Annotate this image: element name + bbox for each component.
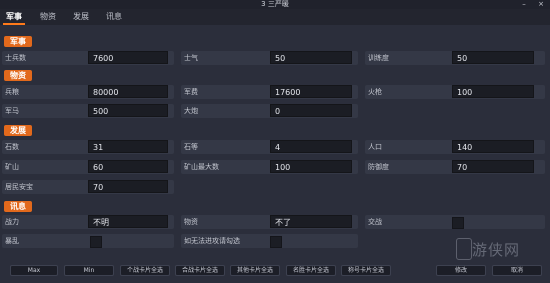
label-strength: 战力 (5, 218, 19, 226)
tab-supplies[interactable]: 物资 (37, 9, 59, 25)
section-supplies-title: 物资 (4, 70, 32, 81)
field-koku[interactable]: 31 (88, 140, 168, 153)
label-morale: 士气 (184, 54, 198, 62)
label-muskets: 火枪 (368, 88, 382, 96)
field-mines[interactable]: 60 (88, 160, 168, 173)
label-funds: 军费 (184, 88, 198, 96)
max-button[interactable]: Max (10, 265, 58, 276)
min-button[interactable]: Min (64, 265, 114, 276)
watermark-icon (456, 238, 472, 260)
cancel-button[interactable]: 取消 (492, 265, 542, 276)
field-strength[interactable]: 不明 (88, 215, 168, 228)
active-tab-indicator (3, 23, 25, 25)
field-koku-grade[interactable]: 4 (270, 140, 352, 153)
label-supply-status: 物资 (184, 218, 198, 226)
checkbox-at-war[interactable] (452, 217, 464, 229)
field-training[interactable]: 50 (452, 51, 534, 64)
field-public-order[interactable]: 70 (88, 180, 168, 193)
label-defense: 防御度 (368, 163, 389, 171)
select-all-2-button[interactable]: 合战卡片全选 (175, 265, 225, 276)
label-mines-max: 矿山最大数 (184, 163, 219, 171)
label-training: 训练度 (368, 54, 389, 62)
field-horses[interactable]: 500 (88, 104, 168, 117)
label-population: 人口 (368, 143, 382, 151)
label-no-attack: 如无法进攻请勾选 (184, 237, 240, 245)
label-riot: 暴乱 (5, 237, 19, 245)
select-all-3-button[interactable]: 其他卡片全选 (230, 265, 280, 276)
label-cannons: 大炮 (184, 107, 198, 115)
field-mines-max[interactable]: 100 (270, 160, 352, 173)
section-development-title: 发展 (4, 125, 32, 136)
checkbox-riot[interactable] (90, 236, 102, 248)
checkbox-no-attack[interactable] (270, 236, 282, 248)
label-mines: 矿山 (5, 163, 19, 171)
field-soldiers[interactable]: 7600 (88, 51, 168, 64)
close-button[interactable]: × (535, 0, 547, 9)
field-morale[interactable]: 50 (270, 51, 352, 64)
field-funds[interactable]: 17600 (270, 85, 352, 98)
tab-development[interactable]: 发展 (70, 9, 92, 25)
label-soldiers: 士兵数 (5, 54, 26, 62)
window-title-bar: 3 三严暖 (0, 0, 550, 9)
field-supply-status[interactable]: 不了 (270, 215, 352, 228)
select-all-4-button[interactable]: 名胜卡片全选 (286, 265, 336, 276)
tab-info[interactable]: 讯息 (103, 9, 125, 25)
window-title: 3 三严暖 (261, 0, 289, 8)
section-info-title: 讯息 (4, 201, 32, 212)
label-public-order: 居民安宝 (5, 183, 33, 191)
select-all-1-button[interactable]: 个战卡片全选 (120, 265, 170, 276)
label-koku: 石数 (5, 143, 19, 151)
tab-bar: 军事 物资 发展 讯息 (0, 9, 550, 25)
label-horses: 军马 (5, 107, 19, 115)
label-koku-grade: 石等 (184, 143, 198, 151)
watermark: 游侠网 (472, 241, 521, 259)
minimize-button[interactable]: – (518, 0, 530, 9)
modify-button[interactable]: 修改 (436, 265, 486, 276)
label-provisions: 兵粮 (5, 88, 19, 96)
field-cannons[interactable]: 0 (270, 104, 352, 117)
select-all-5-button[interactable]: 称号卡片全选 (341, 265, 391, 276)
field-muskets[interactable]: 100 (452, 85, 534, 98)
field-population[interactable]: 140 (452, 140, 534, 153)
field-defense[interactable]: 70 (452, 160, 534, 173)
field-provisions[interactable]: 80000 (88, 85, 168, 98)
section-military-title: 军事 (4, 36, 32, 47)
label-at-war: 交战 (368, 218, 382, 226)
